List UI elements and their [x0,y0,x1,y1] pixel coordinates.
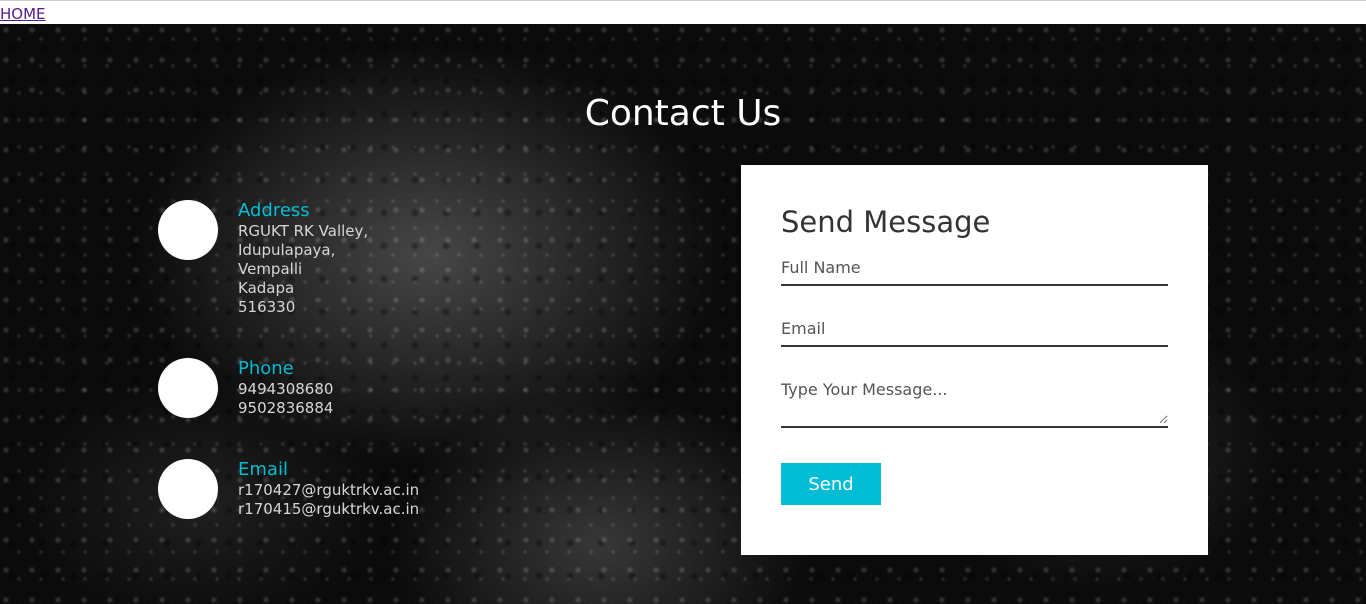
address-line: Idupulapaya, [238,241,336,259]
full-name-input[interactable] [781,253,1168,282]
address-icon [158,200,218,260]
email-text: Email r170427@rguktrkv.ac.in r170415@rgu… [238,459,419,519]
phone-text: Phone 9494308680 9502836884 [238,358,333,418]
top-bar: HOME [0,0,1366,24]
message-field [781,375,1168,428]
page-title: Contact Us [584,93,782,134]
phone-icon [158,358,218,418]
address-line: RGUKT RK Valley, [238,222,369,240]
email-address: r170415@rguktrkv.ac.in [238,500,420,518]
address-heading: Address [238,200,310,221]
hero-section: Contact Us Address RGUKT RK Valley, Idup… [0,24,1366,604]
phone-heading: Phone [238,358,294,379]
address-text: Address RGUKT RK Valley, Idupulapaya, Ve… [238,200,368,317]
phone-number: 9494308680 [238,380,334,398]
contact-form: Send Message Send [741,165,1208,555]
home-link[interactable]: HOME [0,6,46,23]
form-title: Send Message [781,205,991,239]
send-button[interactable]: Send [781,463,881,505]
email-field [781,314,1168,347]
phone-number: 9502836884 [238,399,334,417]
email-heading: Email [238,459,288,480]
email-address: r170427@rguktrkv.ac.in [238,481,420,499]
email-icon [158,459,218,519]
email-input[interactable] [781,314,1168,343]
address-line: 516330 [238,298,296,316]
message-input[interactable] [781,375,1168,424]
address-line: Vempalli [238,260,303,278]
address-line: Kadapa [238,279,295,297]
full-name-field [781,253,1168,286]
